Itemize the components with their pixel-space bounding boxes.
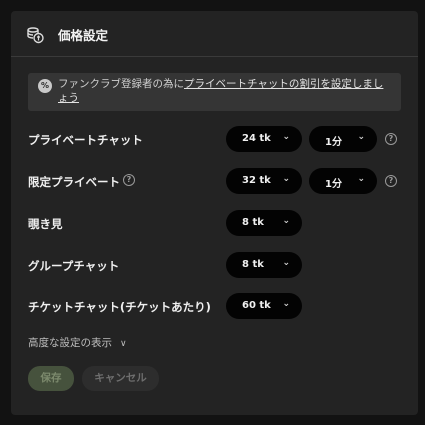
duration-select[interactable]: 1分 ⌄ [309,168,377,194]
save-button[interactable]: 保存 [28,366,74,391]
panel-header: 価格設定 [11,11,418,57]
discount-notice: % ファンクラブ登録者の為にプライベートチャットの割引を設定しましょう [28,73,401,111]
help-icon[interactable]: ? [385,175,397,187]
percent-icon: % [38,79,52,93]
pricing-settings-panel: 価格設定 % ファンクラブ登録者の為にプライベートチャットの割引を設定しましょう… [11,11,418,415]
row-label: プライベートチャット [28,133,143,147]
price-select[interactable]: 8 tk ⌄ [226,210,302,236]
advanced-label: 高度な設定の表示 [28,337,112,349]
price-select[interactable]: 8 tk ⌄ [226,252,302,278]
duration-value: 1分 [325,179,342,190]
price-row-exclusive-private: 限定プライベート ? 32 tk ⌄ 1分 ⌄ ? [11,168,418,194]
chevron-down-icon: ∨ [120,339,127,349]
chevron-down-icon: ⌄ [282,174,290,184]
price-value: 32 tk [242,175,271,186]
page-title: 価格設定 [58,28,109,43]
price-value: 8 tk [242,259,264,270]
chevron-down-icon: ⌄ [357,174,365,184]
price-row-private-chat: プライベートチャット 24 tk ⌄ 1分 ⌄ ? [11,126,418,152]
price-select[interactable]: 24 tk ⌄ [226,126,302,152]
duration-value: 1分 [325,137,342,148]
help-icon[interactable]: ? [385,133,397,145]
row-label: グループチャット [28,259,120,273]
chevron-down-icon: ⌄ [282,258,290,268]
price-row-group-chat: グループチャット 8 tk ⌄ [11,252,418,278]
row-label: 限定プライベート [28,175,120,189]
price-value: 24 tk [242,133,271,144]
price-value: 8 tk [242,217,264,228]
price-select[interactable]: 60 tk ⌄ [226,293,302,319]
row-label: 覗き見 [28,217,63,231]
price-row-spy: 覗き見 8 tk ⌄ [11,210,418,236]
duration-select[interactable]: 1分 ⌄ [309,126,377,152]
row-label: チケットチャット(チケットあたり) [28,300,211,314]
chevron-down-icon: ⌄ [282,299,290,309]
chevron-down-icon: ⌄ [282,216,290,226]
chevron-down-icon: ⌄ [357,132,365,142]
chevron-down-icon: ⌄ [282,132,290,142]
notice-text: ファンクラブ登録者の為に [58,78,184,90]
price-value: 60 tk [242,300,271,311]
cancel-button[interactable]: キャンセル [82,366,159,391]
price-coins-icon [25,25,45,45]
price-row-ticket-chat: チケットチャット(チケットあたり) 60 tk ⌄ [11,293,418,319]
price-select[interactable]: 32 tk ⌄ [226,168,302,194]
show-advanced-settings-toggle[interactable]: 高度な設定の表示 ∨ [28,335,127,350]
help-icon[interactable]: ? [123,174,135,186]
